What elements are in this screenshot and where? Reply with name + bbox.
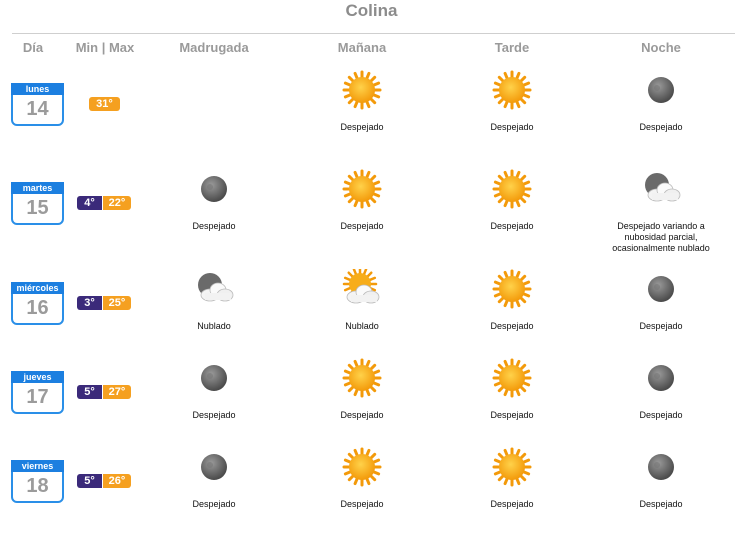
period-cell: Despejado <box>452 447 572 510</box>
sun-icon <box>492 70 532 110</box>
period-cell: Despejado <box>601 269 721 332</box>
period-cell: Despejado <box>601 358 721 421</box>
sun-icon <box>342 169 382 209</box>
condition-text: Despejado <box>639 122 683 132</box>
header-minmax: Min | Max <box>75 40 135 55</box>
temp-min-badge: 5° <box>77 474 102 488</box>
condition-text: Despejado <box>639 410 683 420</box>
condition-text: Despejado <box>340 499 384 509</box>
day-name: miércoles <box>11 282 64 294</box>
sun-icon <box>492 269 532 309</box>
day-number: 17 <box>26 386 49 408</box>
period-cell: Despejado <box>154 447 274 510</box>
moon-cloud-icon <box>198 273 234 302</box>
moon-icon <box>648 276 674 302</box>
period-cell: Nublado <box>154 269 274 332</box>
day-name: martes <box>11 182 64 194</box>
forecast-row: viernes 18 5° 26° Despejado Despejado Des… <box>0 447 743 550</box>
day-number: 15 <box>26 197 49 219</box>
condition-text: Despejado variando a nubosidad parcial, … <box>612 221 710 253</box>
sun-icon <box>342 358 382 398</box>
period-cell: Despejado <box>154 358 274 421</box>
condition-text: Despejado <box>490 410 534 420</box>
day-calendar-badge: viernes 18 <box>11 460 64 503</box>
period-cell: Despejado <box>452 358 572 421</box>
sun-icon <box>492 447 532 487</box>
day-name: jueves <box>11 371 64 383</box>
condition-text: Despejado <box>490 499 534 509</box>
condition-text: Despejado <box>192 221 236 231</box>
period-cell: Despejado variando a nubosidad parcial, … <box>601 169 721 254</box>
condition-text: Despejado <box>490 122 534 132</box>
sun-icon <box>342 70 382 110</box>
header-madrugada: Madrugada <box>179 40 249 55</box>
sun-icon <box>342 447 382 487</box>
period-cell: Despejado <box>302 169 422 232</box>
temp-min-badge: 5° <box>77 385 102 399</box>
period-cell: Despejado <box>154 169 274 232</box>
header-tarde: Tarde <box>494 40 530 55</box>
period-cell: Despejado <box>601 447 721 510</box>
condition-text: Nublado <box>197 321 231 331</box>
moon-icon <box>648 365 674 391</box>
condition-text: Despejado <box>192 410 236 420</box>
sun-icon <box>492 169 532 209</box>
header-noche: Noche <box>641 40 681 55</box>
condition-text: Despejado <box>340 410 384 420</box>
moon-icon <box>201 365 227 391</box>
day-name: viernes <box>11 460 64 472</box>
period-cell: Despejado <box>452 70 572 133</box>
temp-min-badge: 4° <box>77 196 102 210</box>
temp-max-badge: 22° <box>103 196 131 210</box>
page-title: Colina <box>345 1 398 20</box>
day-calendar-badge: miércoles 16 <box>11 282 64 325</box>
day-calendar-badge: martes 15 <box>11 182 64 225</box>
temp-max-badge: 25° <box>103 296 131 310</box>
day-number: 18 <box>26 475 49 497</box>
condition-text: Despejado <box>490 221 534 231</box>
moon-icon <box>648 454 674 480</box>
period-cell: Despejado <box>302 358 422 421</box>
day-number: 14 <box>26 98 49 120</box>
moon-icon <box>201 176 227 202</box>
condition-text: Despejado <box>639 321 683 331</box>
forecast-row: martes 15 4° 22° Despejado Despejado Desp… <box>0 169 743 272</box>
sun-cloud-icon <box>342 269 380 304</box>
condition-text: Despejado <box>340 122 384 132</box>
condition-text: Nublado <box>345 321 379 331</box>
day-calendar-badge: jueves 17 <box>11 371 64 414</box>
period-cell: Nublado <box>302 269 422 332</box>
header-manana: Mañana <box>337 40 387 55</box>
moon-icon <box>648 77 674 103</box>
period-cell: Despejado <box>601 70 721 133</box>
period-cell: Despejado <box>302 70 422 133</box>
condition-text: Despejado <box>490 321 534 331</box>
forecast-row: lunes 14 31° Despejado Despejado Despeja… <box>0 70 743 173</box>
condition-text: Despejado <box>340 221 384 231</box>
header-day: Día <box>22 40 44 55</box>
temp-max-badge: 27° <box>103 385 131 399</box>
day-name: lunes <box>11 83 64 95</box>
period-cell: Despejado <box>452 169 572 232</box>
header-divider <box>12 33 735 34</box>
temp-min-badge: 3° <box>77 296 102 310</box>
moon-icon <box>201 454 227 480</box>
condition-text: Despejado <box>192 499 236 509</box>
period-cell: Despejado <box>452 269 572 332</box>
temp-max-badge: 26° <box>103 474 131 488</box>
condition-text: Despejado <box>639 499 683 509</box>
temp-max-badge: 31° <box>89 97 120 111</box>
day-number: 16 <box>26 297 49 319</box>
day-calendar-badge: lunes 14 <box>11 83 64 126</box>
sun-icon <box>492 358 532 398</box>
period-cell: Despejado <box>302 447 422 510</box>
moon-cloud-icon <box>645 173 681 202</box>
